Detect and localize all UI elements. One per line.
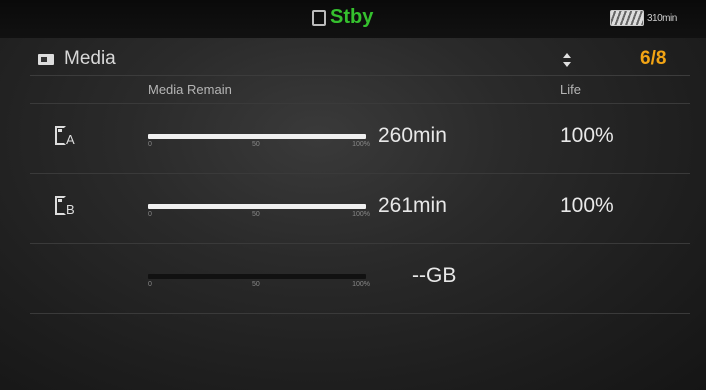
menu-header: Media 6/8 bbox=[30, 45, 690, 76]
remain-gauge-fill bbox=[148, 204, 366, 209]
slot-letter: A bbox=[66, 132, 75, 147]
slot-letter: B bbox=[66, 202, 75, 217]
gauge-tick-50: 50 bbox=[252, 281, 260, 288]
memory-card-slot-icon: B bbox=[55, 196, 81, 220]
gauge-tick-0: 0 bbox=[148, 211, 152, 218]
page-title: Media bbox=[64, 48, 116, 69]
media-slot-row-b[interactable]: B 0 50 100% 261min 100% bbox=[30, 173, 690, 244]
up-down-scroll-icon[interactable] bbox=[562, 51, 572, 69]
empty-row bbox=[30, 313, 690, 384]
remain-value: --GB bbox=[412, 264, 457, 287]
media-slot-row-other[interactable]: 0 50 100% --GB bbox=[30, 243, 690, 314]
media-slot-row-a[interactable]: A 0 50 100% 260min 100% bbox=[30, 103, 690, 174]
camera-menu-screen: Stby 310min Media 6/8 Media Remain Life … bbox=[0, 0, 706, 390]
memory-card-slot-icon: A bbox=[55, 126, 81, 150]
media-icon bbox=[38, 54, 54, 65]
remain-gauge: 0 50 100% bbox=[148, 134, 370, 148]
remain-value: 261min bbox=[378, 194, 447, 217]
battery-indicator: 310min bbox=[610, 10, 677, 26]
column-header-life: Life bbox=[560, 82, 581, 97]
standby-label: Stby bbox=[330, 6, 374, 28]
gauge-tick-100: 100% bbox=[352, 211, 370, 218]
remain-gauge: 0 50 100% bbox=[148, 274, 370, 288]
gauge-tick-50: 50 bbox=[252, 141, 260, 148]
life-value: 100% bbox=[560, 124, 614, 147]
page-indicator: 6/8 bbox=[640, 48, 667, 69]
column-header-media-remain: Media Remain bbox=[148, 82, 232, 97]
gauge-tick-0: 0 bbox=[148, 141, 152, 148]
gauge-tick-100: 100% bbox=[352, 141, 370, 148]
camera-record-icon bbox=[312, 9, 326, 26]
remain-gauge: 0 50 100% bbox=[148, 204, 370, 218]
status-bar: Stby 310min bbox=[0, 0, 706, 38]
battery-icon bbox=[610, 10, 644, 26]
gauge-tick-0: 0 bbox=[148, 281, 152, 288]
remain-gauge-fill bbox=[148, 134, 366, 139]
gauge-tick-50: 50 bbox=[252, 211, 260, 218]
battery-remaining-time: 310min bbox=[647, 12, 677, 24]
life-value: 100% bbox=[560, 194, 614, 217]
gauge-tick-100: 100% bbox=[352, 281, 370, 288]
recording-status: Stby bbox=[312, 6, 373, 29]
remain-value: 260min bbox=[378, 124, 447, 147]
